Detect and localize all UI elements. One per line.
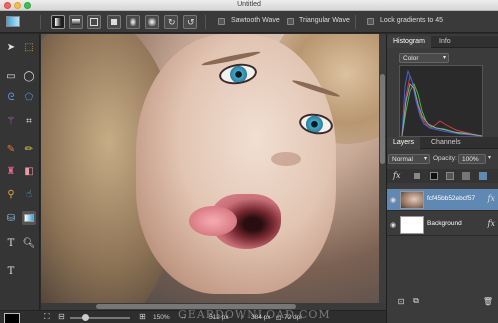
layer-thumbnail: [400, 216, 424, 234]
spiral-ccw-icon: ↺: [187, 17, 195, 27]
sawtooth-label: Sawtooth Wave: [231, 17, 280, 24]
lasso-tool-icon[interactable]: ᘓ: [4, 90, 18, 104]
document-canvas[interactable]: [41, 34, 386, 303]
zoom-in-icon[interactable]: ⊞: [139, 312, 146, 321]
diamond-gradient-button[interactable]: [126, 15, 140, 29]
divider: [40, 15, 41, 29]
eyedropper-tool-icon[interactable]: ⚲: [4, 187, 18, 201]
horizontal-gradient-button[interactable]: [69, 15, 83, 29]
eraser-tool-icon[interactable]: ◧: [22, 164, 36, 178]
histogram-channel-select[interactable]: Color ▾: [399, 53, 449, 63]
crop-tool-icon[interactable]: ⌗: [22, 114, 36, 128]
gradient-tool-icon[interactable]: [22, 211, 36, 225]
vertical-scrollbar[interactable]: [379, 34, 386, 303]
triangular-label: Triangular Wave: [299, 17, 350, 24]
layer-name[interactable]: fcf45bb52ebcf57: [427, 195, 475, 202]
rect-select-tool-icon[interactable]: ▭: [4, 69, 18, 83]
chevron-down-icon: ▾: [423, 156, 427, 162]
new-group-icon[interactable]: ⊡: [396, 296, 406, 306]
pencil-tool-icon[interactable]: ✏: [22, 142, 36, 156]
zoom-tool-icon[interactable]: 🔍︎: [22, 236, 36, 250]
duplicate-layer-icon[interactable]: ⧉: [411, 296, 421, 306]
opacity-input[interactable]: 100%: [458, 154, 486, 164]
tab-info[interactable]: Info: [433, 36, 457, 48]
magic-wand-tool-icon[interactable]: ⚚: [4, 114, 18, 128]
tab-histogram[interactable]: Histogram: [387, 36, 431, 48]
ellipse-select-tool-icon[interactable]: ◯: [22, 69, 36, 83]
spiral-ccw-button[interactable]: ↺: [183, 15, 197, 29]
foreground-color-swatch[interactable]: [4, 313, 20, 323]
style-swatch-icon[interactable]: [414, 173, 420, 179]
lock-gradients-label: Lock gradients to 45: [380, 17, 444, 24]
marquee-select-tool-icon[interactable]: ⬚: [22, 40, 36, 54]
text-tool-icon[interactable]: T: [4, 236, 18, 250]
style-swatch-icon[interactable]: [479, 172, 487, 180]
layer-row[interactable]: ◉ fcf45bb52ebcf57 fx: [387, 189, 498, 211]
sawtooth-checkbox[interactable]: [218, 18, 225, 25]
right-panels: Histogram Info Color ▾ Layers Channels N…: [386, 34, 498, 323]
chevron-down-icon: ▾: [442, 55, 446, 61]
histogram-tabs: Histogram Info: [387, 36, 498, 48]
divider: [205, 15, 206, 29]
layer-fx-icon[interactable]: fx: [488, 219, 495, 228]
visibility-eye-icon[interactable]: ◉: [390, 196, 396, 204]
triangular-checkbox[interactable]: [287, 18, 294, 25]
blend-mode-select[interactable]: Normal ▾: [388, 154, 430, 164]
watermark-text: GEARDOWNLOAD.COM: [178, 308, 331, 321]
zoom-slider-knob[interactable]: [82, 314, 89, 321]
linear-gradient-button[interactable]: [51, 15, 65, 29]
vertical-scroll-thumb[interactable]: [380, 74, 385, 164]
zoom-slider[interactable]: [70, 314, 130, 321]
opacity-label: Opacity:: [433, 155, 457, 162]
histogram-channel-value: Color: [403, 55, 419, 62]
divider: [355, 15, 356, 29]
tools-panel: ➤ ⬚ ▭ ◯ ᘓ ⬠ ⚚ ⌗ ✎ ✏ ♜ ◧ ⚲ ☝ ⛁ T 🔍︎ T: [0, 34, 40, 323]
polygon-lasso-tool-icon[interactable]: ⬠: [22, 90, 36, 104]
style-swatch-icon[interactable]: [446, 172, 454, 180]
layer-fx-label[interactable]: fx: [393, 171, 400, 180]
style-swatch-icon[interactable]: [462, 172, 470, 180]
delete-layer-icon[interactable]: 🗑︎: [483, 296, 493, 306]
radial-gradient-button[interactable]: [145, 15, 159, 29]
square-gradient-button[interactable]: [107, 15, 121, 29]
gradient-preset-picker[interactable]: [6, 16, 20, 27]
move-tool-icon[interactable]: ➤: [4, 40, 18, 54]
histogram-chart: [401, 69, 483, 137]
clone-stamp-tool-icon[interactable]: ♜: [4, 164, 18, 178]
paint-bucket-tool-icon[interactable]: ⛁: [4, 211, 18, 225]
zoom-level: 150%: [153, 314, 170, 321]
style-swatch-icon[interactable]: [430, 172, 438, 180]
window-title: Untitled: [237, 1, 261, 8]
visibility-eye-icon[interactable]: ◉: [390, 221, 396, 229]
fit-screen-icon[interactable]: ⛶: [44, 312, 50, 322]
spiral-cw-icon: ↻: [168, 17, 176, 27]
layers-tabs: Layers Channels: [387, 137, 498, 149]
lock-gradients-checkbox[interactable]: [367, 18, 374, 25]
tab-layers[interactable]: Layers: [387, 137, 421, 149]
type-tool-icon[interactable]: T: [4, 264, 18, 278]
reflected-gradient-button[interactable]: [87, 15, 101, 29]
photo-tongue: [189, 206, 237, 236]
photo-nose: [271, 152, 301, 166]
layer-name[interactable]: Background: [427, 220, 462, 227]
brush-tool-icon[interactable]: ✎: [4, 142, 18, 156]
layer-fx-icon[interactable]: fx: [488, 194, 495, 203]
blend-mode-value: Normal: [392, 156, 413, 163]
title-bar: Untitled: [0, 0, 498, 11]
opacity-value: 100%: [462, 156, 479, 163]
spiral-cw-button[interactable]: ↻: [164, 15, 178, 29]
layer-thumbnail: [400, 191, 424, 209]
smudge-tool-icon[interactable]: ☝: [22, 187, 36, 201]
layer-row[interactable]: ◉ Background fx: [387, 214, 498, 236]
tab-channels[interactable]: Channels: [425, 137, 467, 149]
histogram-graph: [399, 65, 483, 137]
options-bar: ↻ ↺ Sawtooth Wave Triangular Wave Lock g…: [0, 11, 498, 33]
zoom-out-icon[interactable]: ⊟: [58, 312, 65, 321]
layer-style-row: fx: [387, 169, 498, 183]
opacity-chevron-icon[interactable]: ▾: [488, 154, 491, 161]
